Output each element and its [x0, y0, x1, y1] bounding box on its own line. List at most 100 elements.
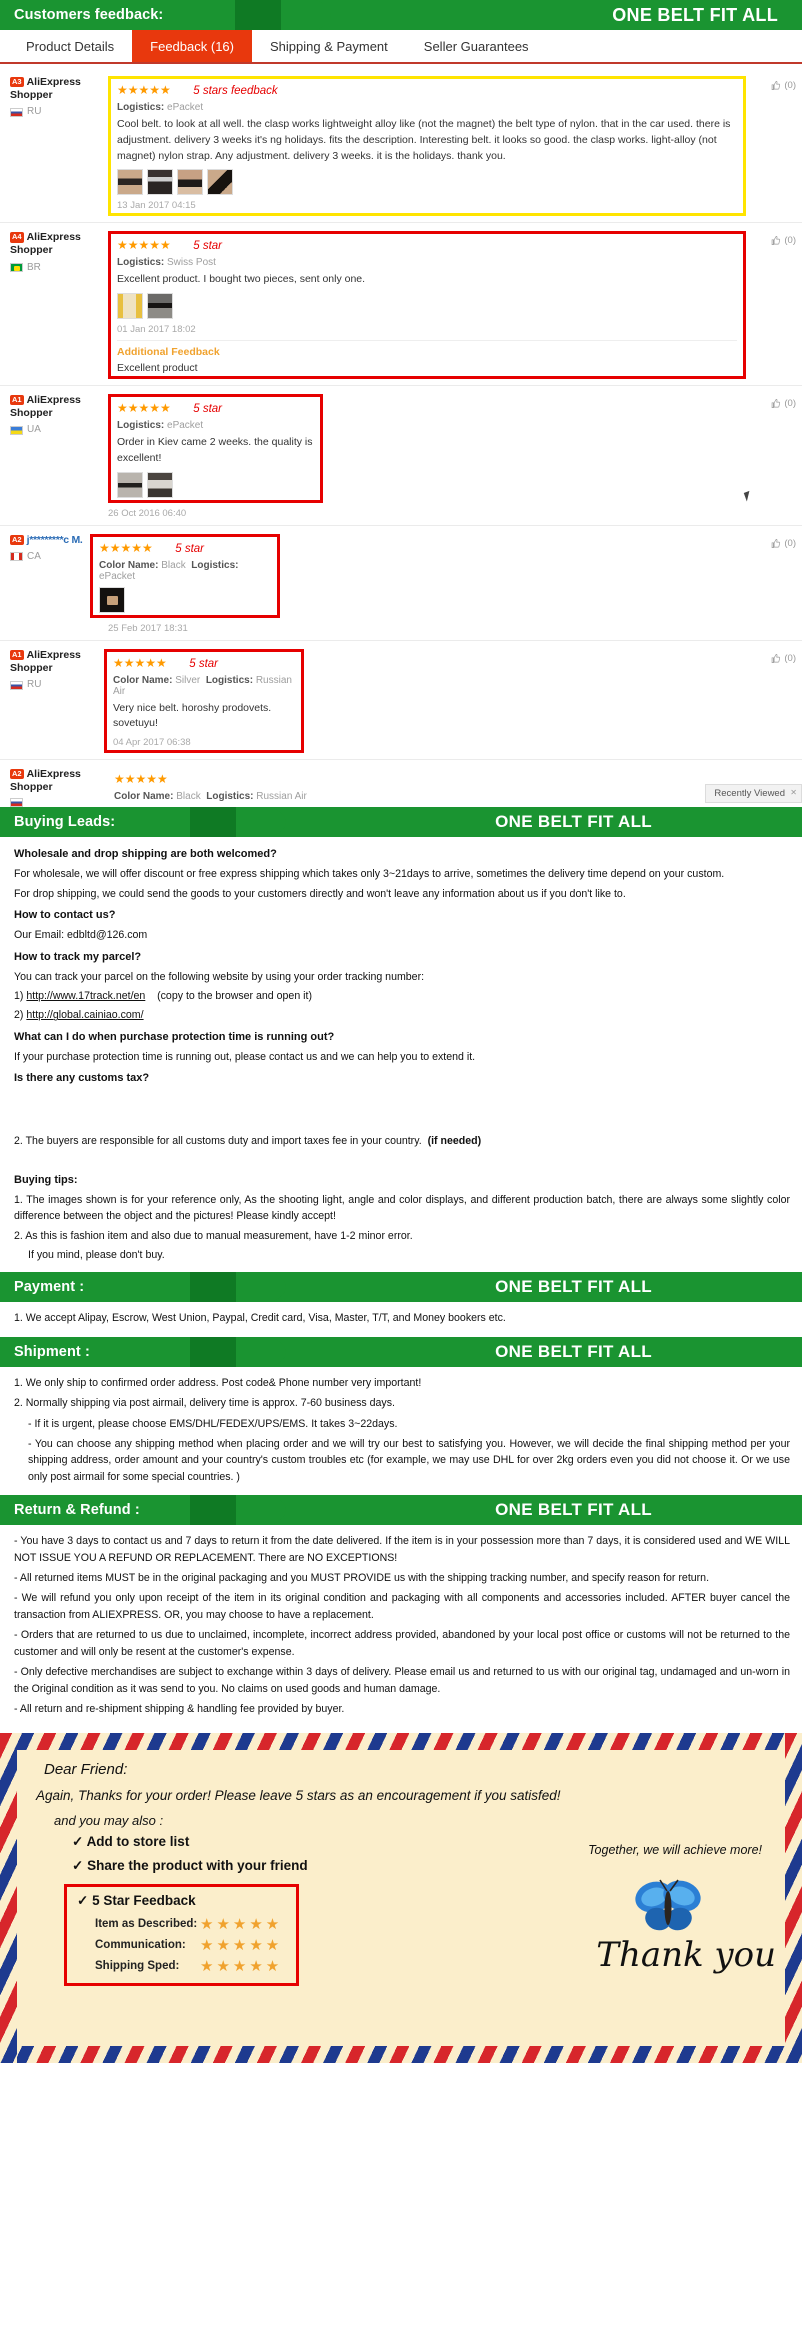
- feedback-banner: Customers feedback: ONE BELT FIT ALL: [0, 0, 802, 30]
- review-meta: Logistics: Swiss Post: [117, 257, 737, 268]
- shipment-line: 2. Normally shipping via post airmail, d…: [14, 1397, 395, 1410]
- reviewer-level-badge: A2: [10, 769, 24, 780]
- helpful-vote[interactable]: (0): [770, 398, 796, 409]
- review-date: 13 Jan 2017 04:15: [117, 200, 196, 212]
- reviewer-country-code: BR: [27, 261, 41, 273]
- review-date: 04 Apr 2017 06:38: [113, 737, 191, 748]
- shipment-line: 1. We only ship to confirmed order addre…: [14, 1376, 422, 1389]
- return-policy-line: - Only defective merchandises are subjec…: [14, 1666, 790, 1695]
- review-text: Cool belt. to look at all well. the clas…: [117, 118, 731, 162]
- review-body: ★★★★★ 5 star Logistics: ePacket Order in…: [108, 394, 802, 519]
- customs-note-emphasis: (if needed): [427, 1135, 482, 1148]
- buying-tip: 2. As this is fashion item and also due …: [14, 1229, 413, 1242]
- review-image-thumb[interactable]: [147, 293, 173, 319]
- review-text: Order in Kiev came 2 weeks. the quality …: [117, 436, 313, 464]
- banner-arrow-shape: [190, 1272, 286, 1303]
- helpful-vote[interactable]: (0): [770, 235, 796, 246]
- banner-arrow-shape: [190, 1495, 286, 1526]
- tab-feedback[interactable]: Feedback (16): [132, 30, 252, 62]
- review-body: ★★★★★ 5 star Color Name: Black Logistics…: [90, 533, 802, 634]
- reviewer-country-code: UA: [27, 424, 41, 436]
- faq-answer: For wholesale, we will offer discount or…: [14, 868, 725, 881]
- rating-row: Communication: ★★★★★: [95, 1936, 282, 1954]
- flag-br-icon: [10, 263, 23, 273]
- review-image-thumb[interactable]: [177, 169, 203, 196]
- star-rating-icon: ★★★★★: [117, 238, 171, 253]
- review-date: 25 Feb 2017 18:31: [108, 622, 188, 634]
- table-row: A2 j*********c M. CA ★★★★★ 5 star Color N…: [0, 526, 802, 641]
- list-marker: 1): [14, 990, 27, 1003]
- faq-answer: Our Email: edbltd@126.com: [14, 929, 148, 942]
- bullet-five-star: ✓ 5 Star Feedback: [77, 1893, 282, 1909]
- helpful-vote[interactable]: (0): [770, 653, 796, 664]
- thumbs-up-icon: [772, 653, 781, 663]
- helpful-vote[interactable]: (0): [770, 538, 796, 549]
- customs-note-text: 2. The buyers are responsible for all cu…: [14, 1135, 422, 1148]
- recently-viewed-panel[interactable]: Recently Viewed ✕: [705, 784, 802, 804]
- review-highlight-box: ★★★★★ 5 stars feedback Logistics: ePacke…: [108, 76, 746, 217]
- table-row: A3 AliExpress Shopper RU ★★★★★ 5 stars fe…: [0, 68, 802, 224]
- logistics-value: ePacket: [99, 570, 136, 582]
- five-star-feedback-box: ✓ 5 Star Feedback Item as Described: ★★★…: [64, 1884, 300, 1987]
- review-image-thumb[interactable]: [147, 169, 173, 196]
- reviewer-level-badge: A4: [10, 232, 24, 243]
- reviewer-info: A1 AliExpress Shopper RU: [0, 649, 108, 754]
- greeting-line: Dear Friend:: [44, 1761, 128, 1779]
- review-text: Excellent product. I bought two pieces, …: [117, 273, 366, 286]
- star-rating-icon: ★★★★★: [200, 1958, 283, 1976]
- star-rating-icon: ★★★★★: [117, 401, 171, 415]
- tab-seller-guarantees[interactable]: Seller Guarantees: [406, 30, 547, 62]
- buying-leads-content: Wholesale and drop shipping are both wel…: [0, 837, 802, 1272]
- return-refund-content: - You have 3 days to contact us and 7 da…: [0, 1525, 802, 1727]
- faq-question: What can I do when purchase protection t…: [14, 1030, 335, 1043]
- bullet-label: Add to store list: [86, 1834, 190, 1850]
- customs-note: 2. The buyers are responsible for all cu…: [14, 1133, 790, 1149]
- flag-ru-icon: [10, 108, 23, 117]
- thankyou-card: Dear Friend: Again, Thanks for your orde…: [0, 1733, 802, 2064]
- review-meta: Logistics: ePacket: [117, 102, 737, 113]
- review-text: Very nice belt. horoshy prodovets. sovet…: [113, 701, 272, 730]
- reviewer-level-badge: A1: [10, 649, 24, 660]
- content-gap: [14, 1090, 790, 1130]
- return-policy-line: - All returned items MUST be in the orig…: [14, 1572, 710, 1585]
- review-image-thumb[interactable]: [117, 471, 143, 498]
- faq-question: How to contact us?: [14, 909, 116, 922]
- review-image-thumb[interactable]: [99, 586, 125, 613]
- shipment-brand: ONE BELT FIT ALL: [495, 1341, 652, 1361]
- reviewer-country-code: RU: [27, 106, 42, 118]
- flag-ua-icon: [10, 426, 23, 435]
- reviewer-info: A1 AliExpress Shopper UA: [0, 394, 108, 519]
- payment-content: 1. We accept Alipay, Escrow, West Union,…: [0, 1302, 802, 1336]
- cainiao-link[interactable]: http://global.cainiao.com/: [26, 1009, 143, 1021]
- shipment-line: - You can choose any shipping method whe…: [28, 1438, 790, 1483]
- review-image-thumb[interactable]: [147, 471, 173, 498]
- review-meta: Color Name: Black Logistics: ePacket: [99, 560, 271, 582]
- shipment-banner: Shipment : ONE BELT FIT ALL: [0, 1336, 802, 1367]
- color-name-value: Silver: [175, 674, 201, 686]
- review-body: ★★★★★ 5 stars feedback Logistics: ePacke…: [108, 76, 802, 217]
- feedback-list: A3 AliExpress Shopper RU ★★★★★ 5 stars fe…: [0, 64, 802, 808]
- logistics-label: Logistics:: [117, 102, 165, 113]
- banner-arrow-shape: [190, 807, 286, 838]
- review-image-thumb[interactable]: [117, 169, 143, 196]
- track17-link[interactable]: http://www.17track.net/en: [26, 990, 145, 1002]
- tracking-link-row-1: 1) http://www.17track.net/en (copy to th…: [14, 988, 790, 1004]
- tab-product-details[interactable]: Product Details: [8, 30, 132, 62]
- review-date: 01 Jan 2017 18:02: [117, 324, 196, 335]
- star-rating-icon: ★★★★★: [114, 772, 168, 786]
- helpful-count: (0): [784, 80, 796, 91]
- review-image-thumb[interactable]: [207, 169, 233, 196]
- return-refund-title: Return & Refund :: [14, 1502, 140, 1519]
- buying-tip: 1. The images shown is for your referenc…: [14, 1193, 790, 1223]
- thumbs-up-icon: [772, 236, 781, 246]
- buying-tip: If you mind, please don't buy.: [28, 1249, 165, 1261]
- thumbs-up-icon: [772, 538, 781, 548]
- logistics-value: ePacket: [167, 420, 204, 431]
- close-icon[interactable]: ✕: [790, 788, 797, 797]
- review-content: ★★★★★ Color Name: Black Logistics: Russi…: [108, 768, 746, 804]
- review-image-thumb[interactable]: [117, 293, 143, 319]
- helpful-vote[interactable]: (0): [770, 80, 796, 91]
- payment-banner: Payment : ONE BELT FIT ALL: [0, 1272, 802, 1303]
- rating-annotation: 5 star: [193, 403, 223, 415]
- tab-shipping-payment[interactable]: Shipping & Payment: [252, 30, 406, 62]
